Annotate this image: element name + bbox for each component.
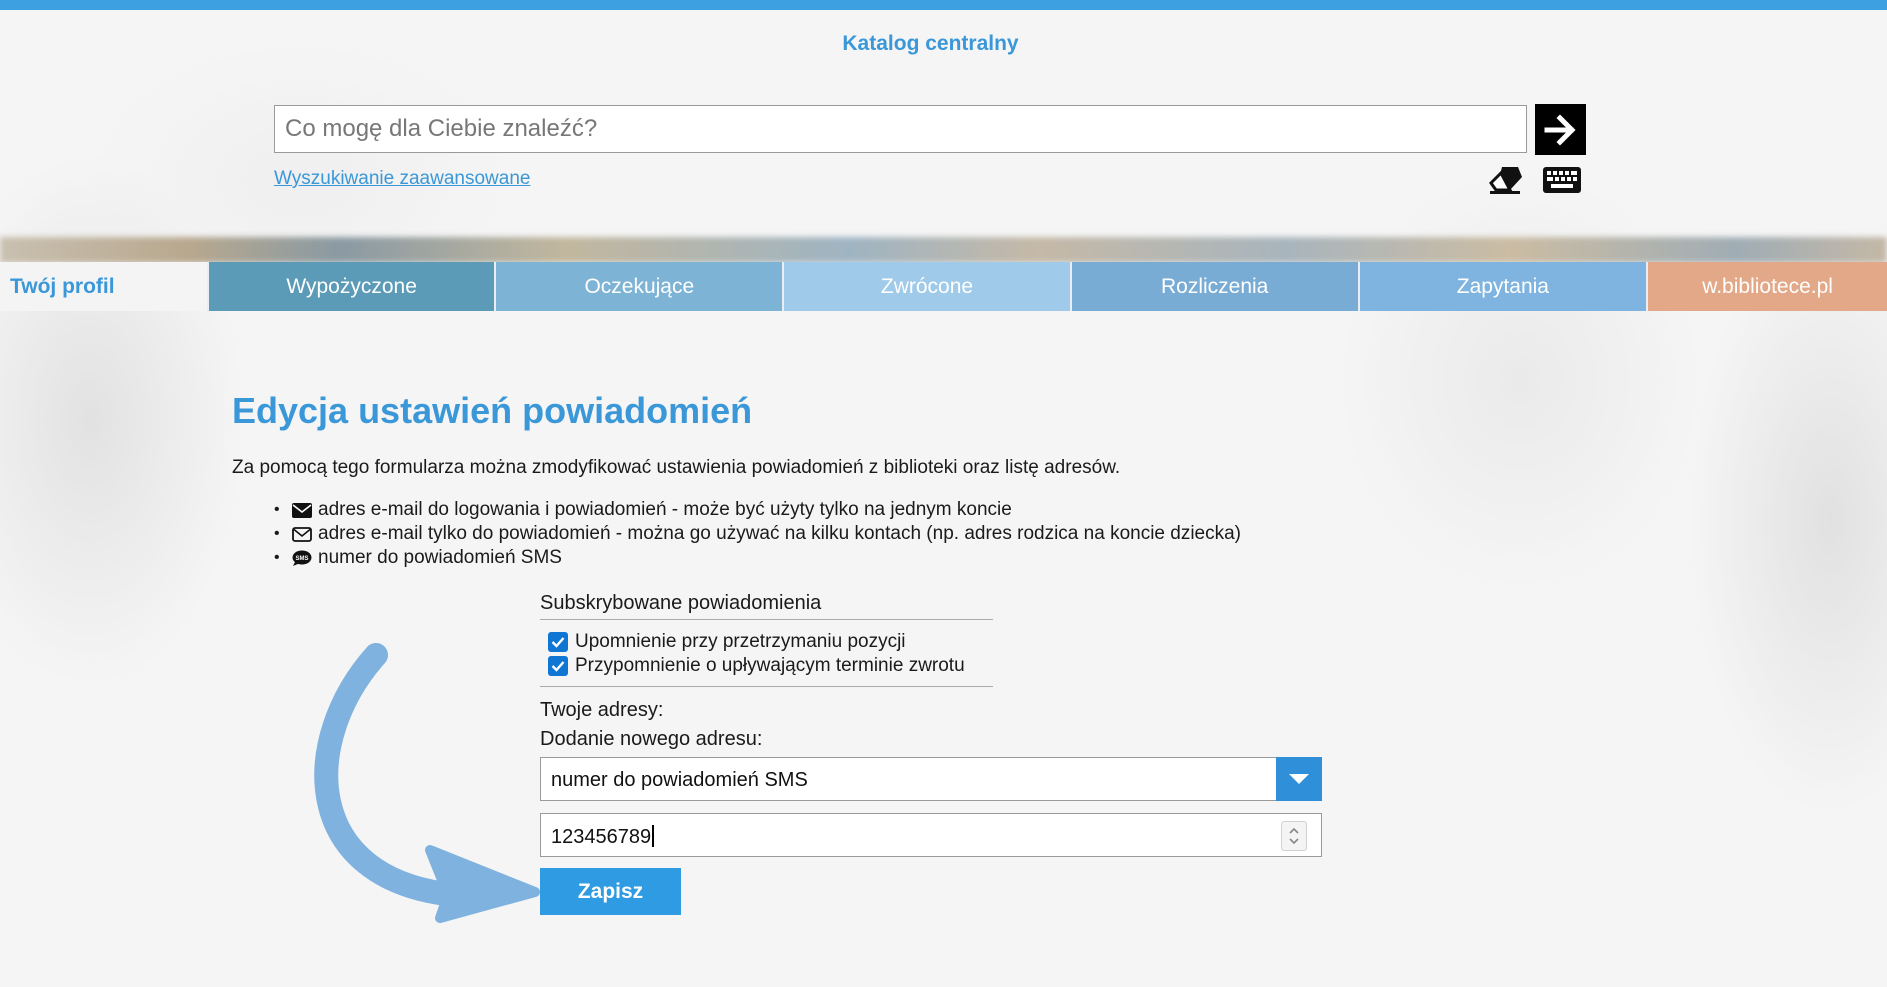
page-title: Edycja ustawień powiadomień	[232, 390, 753, 431]
tab-zapytania[interactable]: Zapytania	[1359, 262, 1649, 311]
subscriptions-list: Upomnienie przy przetrzymaniu pozycji Pr…	[548, 630, 965, 678]
checkmark-icon	[551, 661, 565, 672]
search-field[interactable]	[274, 105, 1527, 153]
list-item: • SMS numer do powiadomień SMS	[274, 547, 562, 568]
svg-text:SMS: SMS	[295, 556, 308, 562]
arrow-right-icon	[1544, 113, 1576, 146]
bullet-text: adres e-mail do logowania i powiadomień …	[318, 499, 1012, 520]
list-item: • adres e-mail tylko do powiadomień - mo…	[274, 523, 1242, 544]
add-address-label: Dodanie nowego adresu:	[540, 728, 763, 750]
envelope-filled-icon	[292, 501, 314, 519]
profile-tabs: Twój profil Wypożyczone Oczekujące Zwróc…	[0, 262, 1887, 311]
text-caret	[652, 825, 655, 847]
subscription-item: Przypomnienie o upływającym terminie zwr…	[548, 654, 965, 678]
decorative-photo-band	[0, 237, 1887, 263]
sms-bubble-icon: SMS	[292, 549, 314, 567]
number-spinner[interactable]	[1281, 821, 1307, 851]
tab-wbiblioteceple[interactable]: w.bibliotece.pl	[1648, 262, 1887, 311]
tab-twoj-profil[interactable]: Twój profil	[0, 262, 209, 311]
subscription-item: Upomnienie przy przetrzymaniu pozycji	[548, 630, 965, 654]
clear-search-button[interactable]	[1488, 164, 1524, 196]
phone-number-input[interactable]: 123456789	[540, 813, 1322, 857]
tab-oczekujace[interactable]: Oczekujące	[496, 262, 785, 311]
tab-wypozyczone[interactable]: Wypożyczone	[208, 262, 497, 311]
tab-rozliczenia[interactable]: Rozliczenia	[1071, 262, 1360, 311]
save-button[interactable]: Zapisz	[540, 868, 681, 915]
subscriptions-heading: Subskrybowane powiadomienia	[540, 592, 993, 620]
intro-text: Za pomocą tego formularza można zmodyfik…	[232, 457, 1121, 478]
overdue-reminder-checkbox[interactable]	[548, 632, 568, 652]
envelope-outline-icon	[292, 525, 314, 543]
chevron-down-icon	[1289, 774, 1309, 784]
due-date-reminder-checkbox[interactable]	[548, 656, 568, 676]
search-input[interactable]	[275, 106, 1526, 152]
address-type-select[interactable]: numer do powiadomień SMS	[540, 757, 1322, 801]
tab-zwrocone[interactable]: Zwrócone	[784, 262, 1072, 311]
spinner-arrows-icon	[1289, 827, 1299, 845]
phone-number-value: 123456789	[551, 826, 652, 848]
checkmark-icon	[551, 637, 565, 648]
bullet-text: adres e-mail tylko do powiadomień - możn…	[318, 523, 1242, 544]
address-type-value: numer do powiadomień SMS	[551, 769, 808, 791]
bullet-text: numer do powiadomień SMS	[318, 547, 562, 568]
catalog-title[interactable]: Katalog centralny	[0, 32, 1861, 56]
divider	[540, 686, 993, 687]
search-button[interactable]	[1535, 104, 1586, 155]
addresses-label: Twoje adresy:	[540, 699, 664, 721]
list-item: • adres e-mail do logowania i powiadomie…	[274, 499, 1012, 520]
address-types-list: • adres e-mail do logowania i powiadomie…	[274, 498, 1241, 570]
virtual-keyboard-button[interactable]	[1542, 166, 1582, 196]
eraser-icon	[1489, 167, 1522, 194]
advanced-search-link[interactable]: Wyszukiwanie zaawansowane	[274, 168, 530, 190]
dropdown-toggle[interactable]	[1276, 757, 1322, 801]
checkbox-label[interactable]: Przypomnienie o upływającym terminie zwr…	[575, 655, 965, 677]
keyboard-icon	[1543, 167, 1581, 193]
checkbox-label[interactable]: Upomnienie przy przetrzymaniu pozycji	[575, 631, 906, 653]
top-accent-bar	[0, 0, 1887, 10]
